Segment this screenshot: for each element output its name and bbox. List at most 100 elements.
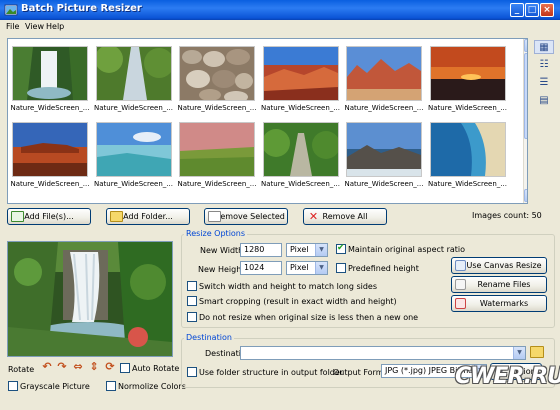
rename-icon (455, 279, 466, 290)
tiles-view-icon[interactable]: ☷ (534, 58, 554, 72)
thumbnail-item[interactable]: Nature_WideScreen_... (344, 44, 424, 118)
thumbnail-item[interactable]: Nature_WideScreen_... (344, 120, 424, 194)
thumbnail-caption: Nature_WideScreen_... (10, 180, 90, 188)
thumbnail-caption: Nature_WideScreen_... (344, 104, 424, 112)
maximize-button[interactable]: □ (525, 3, 539, 17)
rotate-label: Rotate (8, 365, 35, 374)
thumbnail-image (179, 46, 255, 101)
browse-folder-icon[interactable] (530, 346, 544, 358)
thumbnail-item[interactable]: Nature_WideScreen_... (177, 120, 257, 194)
folder-icon (110, 211, 123, 222)
resize-options-title: Resize Options (184, 229, 248, 238)
view-mode-toolbar: ▦ ☷ ☰ ▤ (532, 38, 556, 118)
auto-rotate-checkbox[interactable] (120, 363, 130, 373)
thumbnail-caption: Nature_WideScreen_... (94, 104, 173, 112)
thumbnail-caption: Nature_WideScreen_... (344, 180, 424, 188)
canvas-resize-button[interactable]: Use Canvas Resize (451, 257, 547, 274)
add-files-button[interactable]: Add File(s)... (7, 208, 91, 225)
remove-selected-button[interactable]: Remove Selected (204, 208, 288, 225)
add-folder-button[interactable]: Add Folder... (106, 208, 190, 225)
add-file-icon (11, 211, 24, 222)
gallery-scrollbar[interactable]: ▲ ▼ (523, 39, 527, 203)
thumbnail-item[interactable]: Nature_WideScreen_... (428, 44, 508, 118)
grayscale-checkbox[interactable] (8, 381, 18, 391)
height-unit-select[interactable]: Pixel ▼ (286, 261, 328, 275)
chevron-down-icon: ▼ (513, 347, 525, 359)
thumbnail-item[interactable]: Nature_WideScreen_... (428, 120, 508, 194)
rotate-reset-icon[interactable]: ⟳ (104, 361, 116, 373)
switch-sides-label: Switch width and height to match long si… (199, 282, 378, 291)
thumbnail-item[interactable]: Nature_WideScreen_... (10, 44, 90, 118)
minimize-button[interactable]: _ (510, 3, 524, 17)
predefined-height-label: Predefined height (348, 264, 419, 273)
rename-files-label: Rename Files (477, 280, 531, 289)
thumbnail-caption: Nature_WideScreen_... (177, 180, 257, 188)
thumbnail-item[interactable]: Nature_WideScreen_... (10, 120, 90, 194)
details-view-icon[interactable]: ▤ (534, 94, 554, 108)
thumbnail-item[interactable]: Nature_WideScreen_... (177, 44, 257, 118)
new-width-input[interactable]: 1280 (240, 243, 282, 257)
chevron-down-icon: ▼ (315, 262, 327, 274)
thumbnail-item[interactable]: Nature_WideScreen_... (261, 44, 341, 118)
menu-bar: File View Help (0, 20, 560, 34)
thumbnail-caption: Nature_WideScreen_... (94, 180, 173, 188)
thumbnail-item[interactable]: Nature_WideScreen_... (261, 120, 341, 194)
remove-all-button[interactable]: ✕ Remove All (303, 208, 387, 225)
new-width-label: New Width (200, 246, 244, 255)
rotate-right-icon[interactable]: ↷ (56, 361, 68, 373)
watermarks-button[interactable]: Watermarks (451, 295, 547, 312)
no-resize-smaller-label: Do not resize when original size is less… (199, 313, 419, 322)
no-resize-smaller-checkbox[interactable] (187, 312, 197, 322)
scroll-thumb[interactable] (524, 53, 527, 139)
predefined-height-checkbox[interactable] (336, 263, 346, 273)
flip-horizontal-icon[interactable]: ⇔ (72, 361, 84, 373)
flip-vertical-icon[interactable]: ⇕ (88, 361, 100, 373)
remove-icon (208, 211, 221, 222)
title-bar[interactable]: Batch Picture Resizer _ □ × (0, 0, 560, 20)
chevron-down-icon: ▼ (315, 244, 327, 256)
close-button[interactable]: × (540, 3, 554, 17)
preview-image (8, 242, 172, 356)
images-count: Images count: 50 (472, 211, 542, 220)
use-folder-structure-checkbox[interactable] (187, 367, 197, 377)
new-height-input[interactable]: 1024 (240, 261, 282, 275)
rotate-left-icon[interactable]: ↶ (41, 361, 53, 373)
thumbnail-caption: Nature_WideScreen_... (428, 104, 507, 112)
scroll-up-button[interactable]: ▲ (524, 39, 527, 52)
normalize-colors-label: Normolize Colors (118, 382, 186, 391)
watermarks-label: Watermarks (479, 299, 529, 308)
thumbnail-item[interactable]: Nature_WideScreen_... (94, 120, 174, 194)
destination-input[interactable]: ▼ (240, 346, 526, 360)
thumbnail-image (346, 122, 422, 177)
image-gallery[interactable]: Nature_WideScreen_... Nature_WideScreen_.… (7, 38, 528, 204)
thumbnail-item[interactable]: Nature_WideScreen_... (94, 44, 174, 118)
thumbnail-image (12, 46, 88, 101)
smart-crop-checkbox[interactable] (187, 296, 197, 306)
thumbnail-image (429, 122, 506, 177)
thumbnail-caption: Nature_WideScreen_... (261, 180, 340, 188)
width-unit-select[interactable]: Pixel ▼ (286, 243, 328, 257)
grayscale-label: Grayscale Picture (20, 382, 90, 391)
thumbnails-view-icon[interactable]: ▦ (534, 40, 554, 54)
switch-sides-checkbox[interactable] (187, 281, 197, 291)
menu-view[interactable]: View (25, 22, 44, 31)
rename-files-button[interactable]: Rename Files (451, 276, 547, 293)
new-height-label: New Height (198, 265, 245, 274)
thumbnail-image (12, 122, 88, 177)
app-icon (4, 4, 18, 16)
thumbnail-image (95, 46, 172, 101)
app-window: Batch Picture Resizer _ □ × File View He… (0, 0, 560, 410)
thumbnail-image (262, 122, 339, 177)
use-folder-structure-label: Use folder structure in output folder (199, 368, 344, 377)
menu-help[interactable]: Help (46, 22, 64, 31)
scroll-down-button[interactable]: ▼ (524, 189, 527, 202)
normalize-colors-checkbox[interactable] (106, 381, 116, 391)
maintain-aspect-checkbox[interactable] (336, 243, 346, 254)
auto-rotate-label: Auto Rotate (132, 364, 180, 373)
thumbnail-caption: Nature_WideScreen_... (177, 104, 257, 112)
window-title: Batch Picture Resizer (21, 3, 142, 14)
list-view-icon[interactable]: ☰ (534, 76, 554, 90)
menu-file[interactable]: File (6, 22, 19, 31)
thumbnail-image (179, 122, 255, 177)
smart-crop-label: Smart cropping (result in exact width an… (199, 297, 397, 306)
